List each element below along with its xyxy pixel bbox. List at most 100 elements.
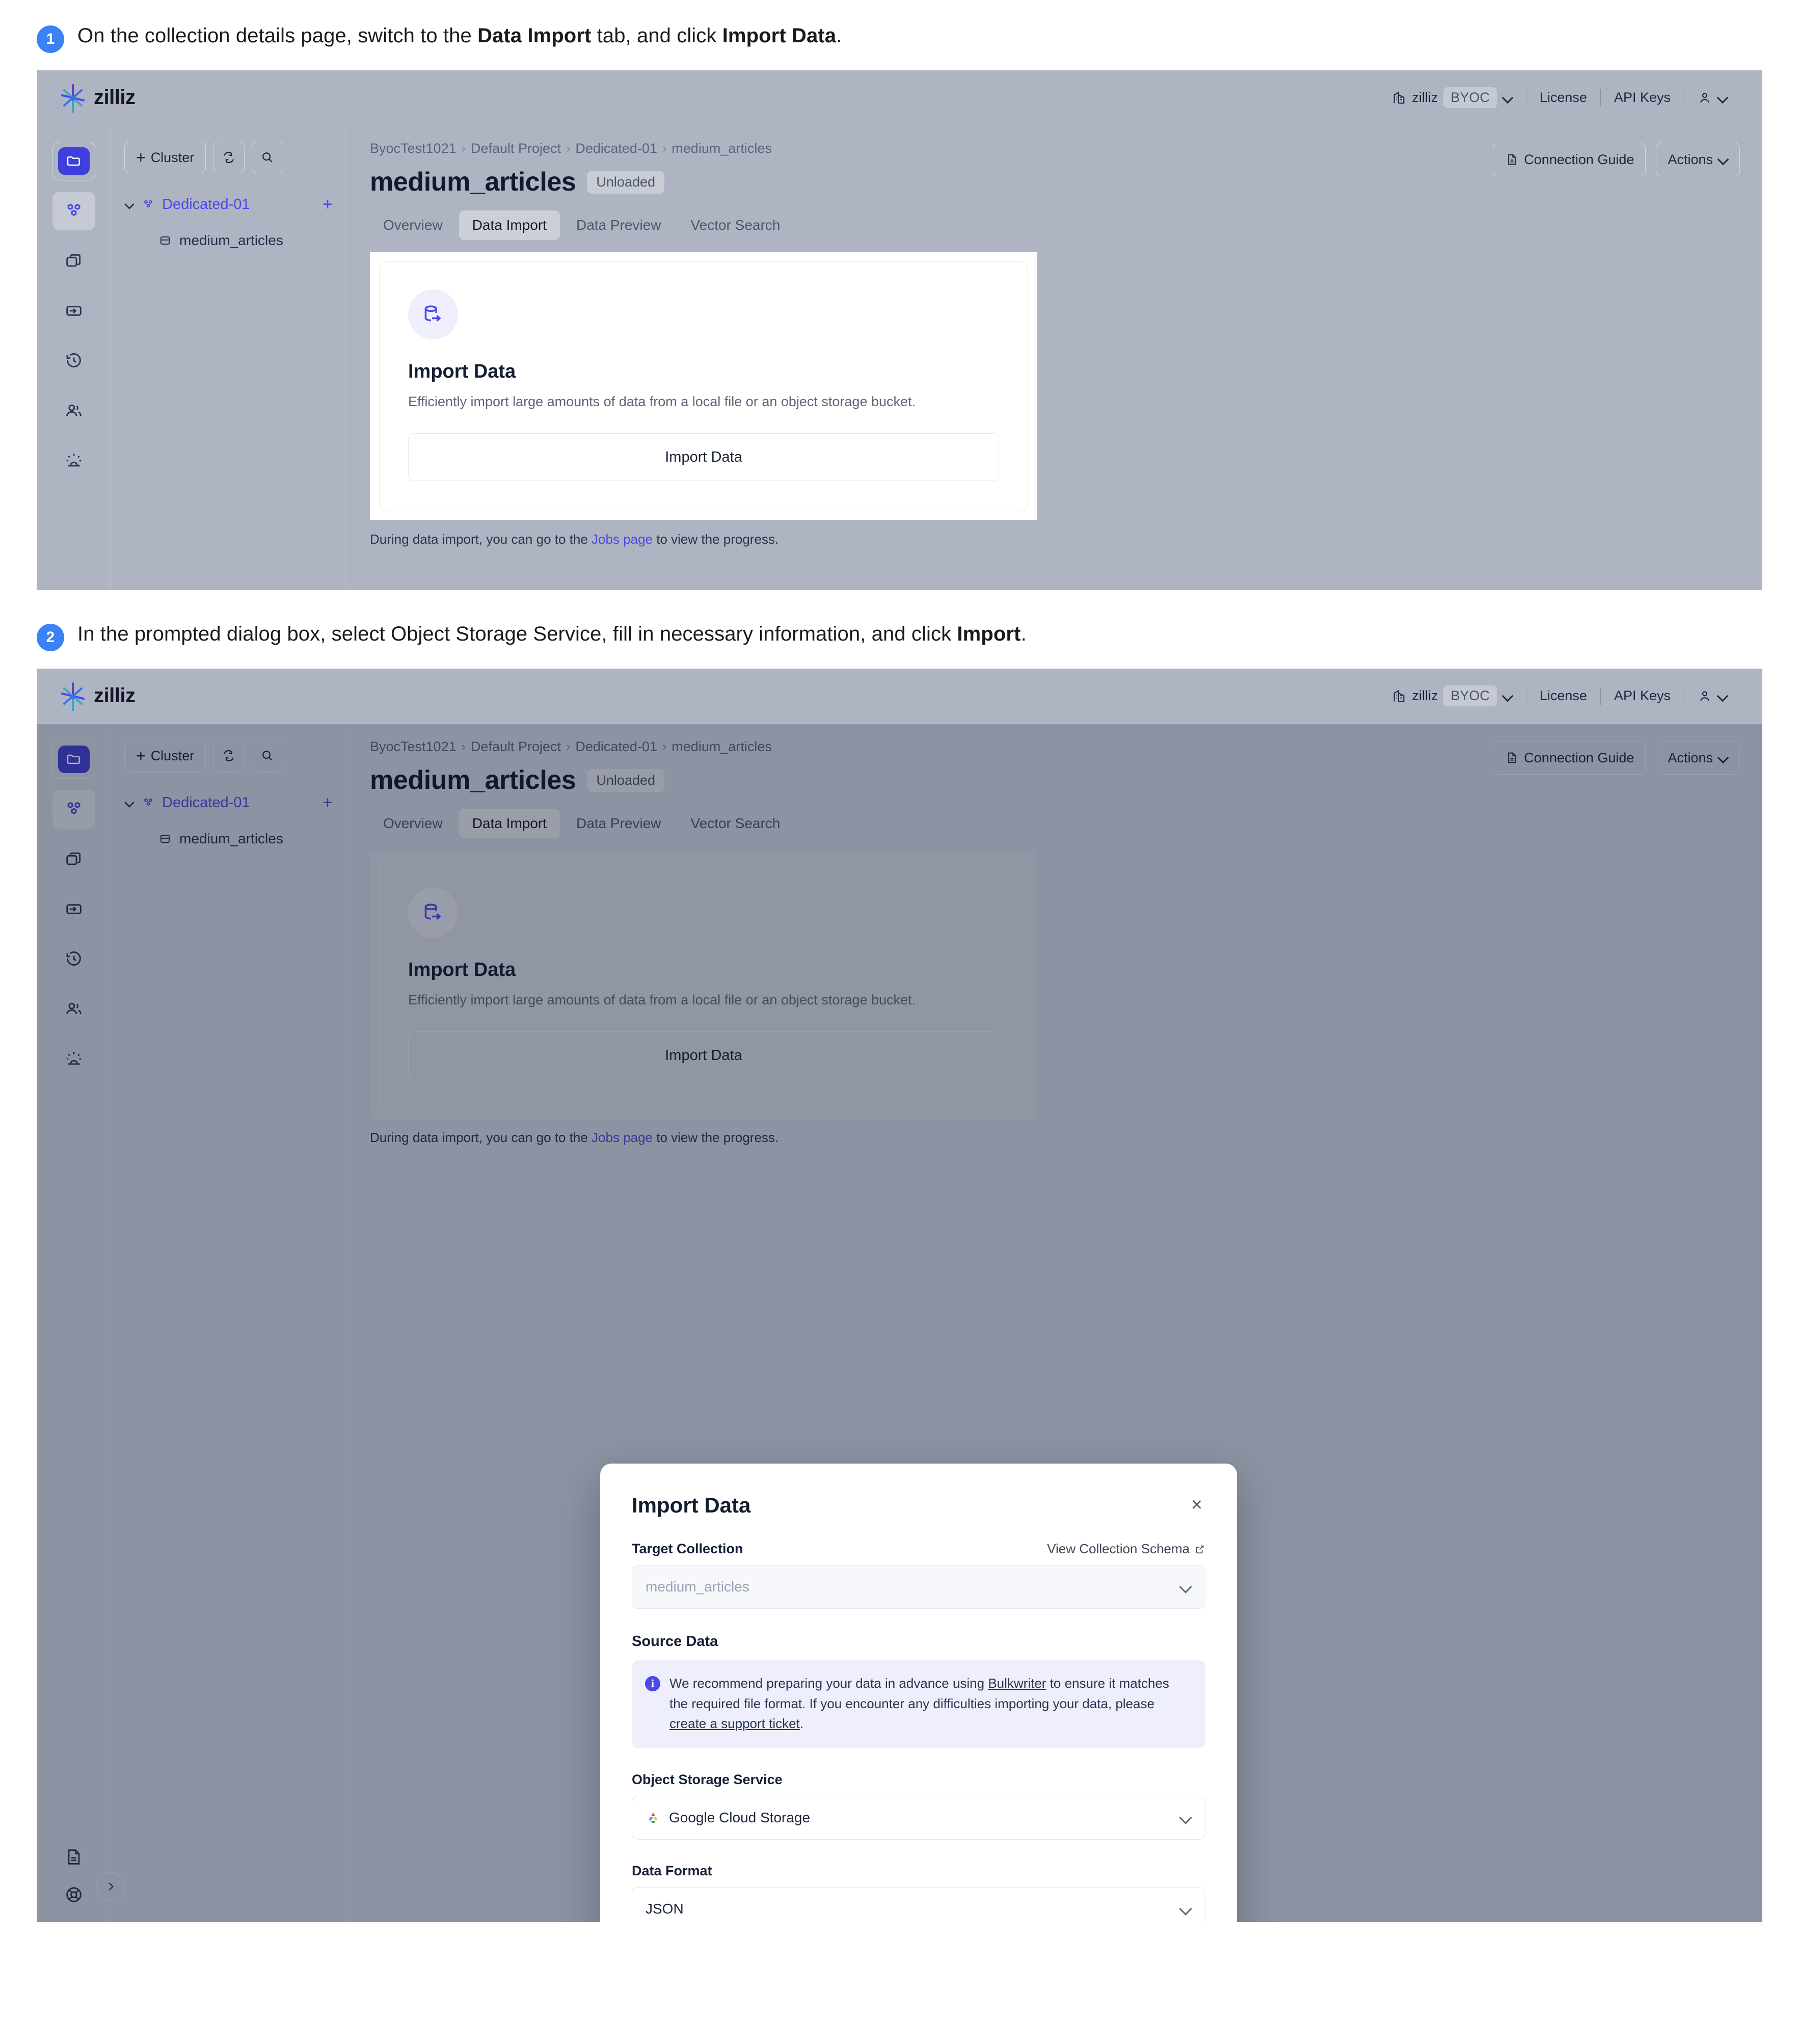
chevron-down-icon (1502, 691, 1513, 701)
rail-item-jobs[interactable] (52, 341, 95, 380)
step-1-heading: 1 On the collection details page, switch… (0, 0, 1799, 53)
user-menu[interactable] (1684, 91, 1741, 105)
tree-cluster-name: Dedicated-01 (162, 196, 250, 213)
breadcrumb-item-3[interactable]: medium_articles (672, 141, 772, 156)
topbar-nav: zilliz BYOC License API Keys (1379, 87, 1741, 108)
brand-logo[interactable]: zilliz (59, 681, 136, 711)
data-format-label-row: Data Format (632, 1863, 1205, 1879)
brand-wordmark: zilliz (94, 86, 136, 109)
collection-icon (160, 236, 170, 245)
brand-logo[interactable]: zilliz (59, 83, 136, 113)
search-button[interactable] (252, 142, 284, 173)
step-1-emphasis-tab: Data Import (477, 24, 592, 47)
add-collection-button[interactable]: + (323, 196, 333, 213)
view-collection-schema-label: View Collection Schema (1047, 1541, 1190, 1556)
plus-icon: + (136, 148, 146, 167)
tree-cluster-row[interactable]: Dedicated-01 + (124, 196, 333, 213)
notice-part-1: We recommend preparing your data in adva… (669, 1676, 988, 1691)
org-plan-badge: BYOC (1443, 87, 1497, 108)
user-menu[interactable] (1684, 689, 1741, 703)
topbar-nav: zilliz BYOC License API Keys (1379, 685, 1741, 706)
add-cluster-button[interactable]: + Cluster (124, 142, 206, 173)
import-data-card-inner: Import Data Efficiently import large amo… (379, 261, 1028, 511)
step-1-text: On the collection details page, switch t… (77, 24, 842, 47)
jobs-footnote: During data import, you can go to the Jo… (370, 532, 1740, 547)
external-link-icon (1196, 1545, 1204, 1553)
target-collection-select[interactable]: medium_articles (632, 1565, 1205, 1609)
chevron-down-icon (125, 200, 134, 209)
object-storage-label-row: Object Storage Service (632, 1772, 1205, 1788)
step-2-emphasis-import: Import (957, 623, 1021, 645)
tab-data-import[interactable]: Data Import (459, 210, 560, 240)
copy-icon (66, 254, 80, 267)
google-cloud-storage-icon (649, 1812, 658, 1823)
collection-tabs: Overview Data Import Data Preview Vector… (370, 210, 1740, 240)
target-collection-label: Target Collection (632, 1541, 743, 1556)
actions-label: Actions (1668, 151, 1713, 167)
breadcrumb-item-1[interactable]: Default Project (471, 141, 561, 156)
tree-collection-row[interactable]: medium_articles (158, 232, 333, 249)
breadcrumb-item-2[interactable]: Dedicated-01 (575, 141, 657, 156)
screenshot-1: zilliz zilliz BYOC License API Keys + Cl… (37, 70, 1762, 590)
tab-label: Data Import (472, 217, 547, 233)
object-storage-value: Google Cloud Storage (669, 1809, 811, 1825)
import-data-button-label: Import Data (665, 448, 742, 465)
brand-wordmark: zilliz (94, 684, 136, 707)
object-storage-select[interactable]: Google Cloud Storage (632, 1795, 1205, 1840)
user-icon (1700, 92, 1709, 102)
users-icon (66, 404, 82, 416)
jobs-page-link[interactable]: Jobs page (592, 532, 653, 547)
org-switcher[interactable]: zilliz BYOC (1379, 685, 1526, 706)
license-link[interactable]: License (1526, 688, 1600, 704)
rail-item-labs[interactable] (52, 441, 95, 480)
building-icon (1393, 689, 1405, 702)
notice-part-3: . (799, 1716, 804, 1732)
api-keys-link[interactable]: API Keys (1601, 688, 1684, 704)
refresh-icon (224, 151, 234, 164)
add-cluster-label: Cluster (150, 149, 195, 165)
screenshot-2: zilliz zilliz BYOC License API Keys + Cl… (37, 669, 1762, 1922)
bulkwriter-link[interactable]: Bulkwriter (988, 1676, 1046, 1691)
rail-item-projects[interactable] (52, 142, 95, 180)
import-data-button[interactable]: Import Data (408, 433, 999, 481)
tab-overview[interactable]: Overview (370, 210, 456, 240)
close-icon[interactable]: × (1188, 1493, 1205, 1517)
data-format-select[interactable]: JSON (632, 1887, 1205, 1922)
import-data-dialog: Import Data × Target Collection View Col… (600, 1464, 1237, 1922)
view-collection-schema-link[interactable]: View Collection Schema (1047, 1541, 1205, 1557)
cluster-icon (144, 200, 152, 208)
license-link[interactable]: License (1526, 90, 1600, 105)
dialog-title: Import Data (632, 1493, 751, 1517)
support-ticket-link[interactable]: create a support ticket (669, 1716, 800, 1731)
chevron-down-icon (1179, 1812, 1192, 1824)
rail-item-backups[interactable] (52, 242, 95, 280)
data-format-label: Data Format (632, 1863, 712, 1878)
bulkwriter-notice-text: We recommend preparing your data in adva… (669, 1674, 1190, 1734)
org-switcher[interactable]: zilliz BYOC (1379, 87, 1526, 108)
tab-data-preview[interactable]: Data Preview (563, 210, 675, 240)
license-label: License (1539, 688, 1587, 703)
rail-item-users[interactable] (52, 391, 95, 430)
refresh-button[interactable] (213, 142, 245, 173)
data-format-value: JSON (646, 1900, 684, 1917)
step-2-number: 2 (37, 624, 64, 651)
connection-guide-button[interactable]: Connection Guide (1493, 143, 1646, 176)
breadcrumb-item-0[interactable]: ByocTest1021 (370, 141, 457, 156)
breadcrumb-separator: › (566, 141, 571, 155)
footnote-after: to view the progress. (653, 532, 779, 547)
user-icon (1700, 691, 1709, 701)
main-pane: ByocTest1021 › Default Project › Dedicat… (345, 125, 1762, 590)
actions-button[interactable]: Actions (1656, 143, 1740, 176)
api-keys-link[interactable]: API Keys (1601, 90, 1684, 105)
target-collection-label-row: Target Collection View Collection Schema (632, 1541, 1205, 1557)
chevron-down-icon (1179, 1581, 1192, 1593)
tab-vector-search[interactable]: Vector Search (678, 210, 794, 240)
screenshot-2-wrapper: zilliz zilliz BYOC License API Keys + Cl… (0, 669, 1799, 1922)
tab-label: Vector Search (690, 217, 781, 233)
rail-item-migration[interactable] (52, 291, 95, 330)
import-illustration (408, 289, 458, 339)
building-icon (1393, 91, 1405, 104)
icon-rail (37, 125, 111, 590)
rail-item-clusters[interactable] (52, 192, 95, 230)
database-import-icon (424, 305, 441, 322)
